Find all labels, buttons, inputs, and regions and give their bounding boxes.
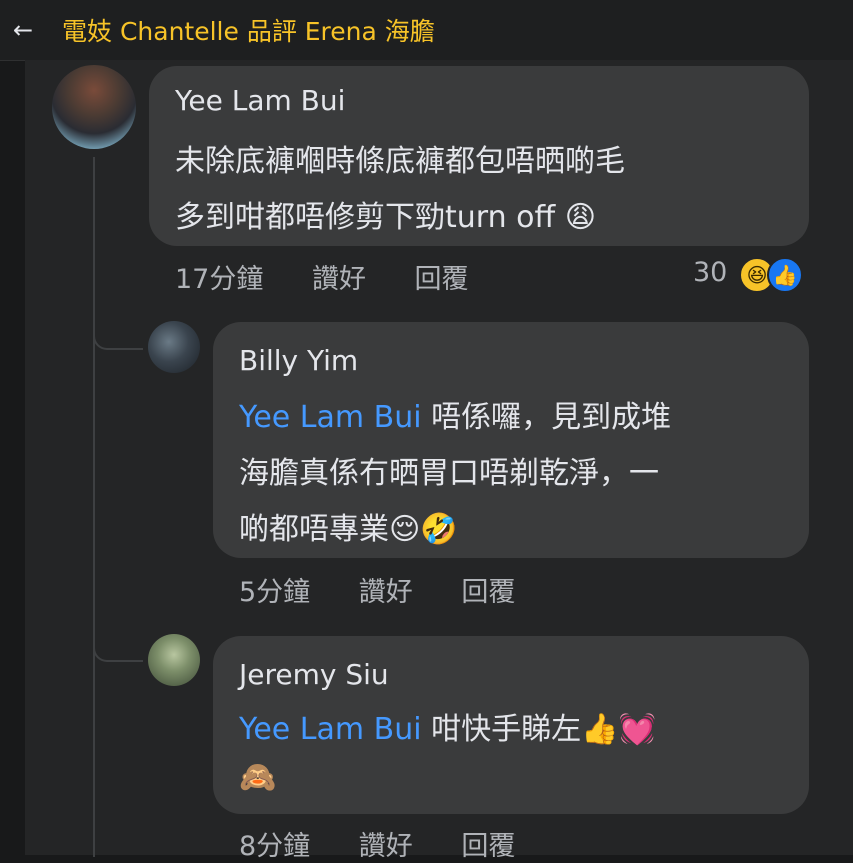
reply-text-line-1: Yee Lam Bui 唔係囉，見到成堆 [239, 392, 671, 436]
reply-text-line-2: 海膽真係冇晒胃口唔剃乾淨，一 [239, 456, 659, 491]
mention-link[interactable]: Yee Lam Bui [239, 400, 422, 435]
comment-text-line-2-text: 多到咁都唔￼修剪下勁turn off [175, 200, 556, 235]
reply-text-line-3-text: 啲都唔專業 [239, 512, 389, 547]
comment-time: 17分鐘 [175, 264, 264, 295]
comment-author[interactable]: Yee Lam Bui [175, 84, 345, 117]
see-no-evil-monkey-emoji-icon: 🙈 [239, 760, 277, 795]
reply-text-line-1-text: 唔係囉，見到成堆 [421, 400, 672, 435]
reply-time: 8分鐘 [239, 831, 311, 862]
reaction-icons[interactable]: 😆 👍 [739, 257, 803, 293]
reply-bubble: Billy Yim Yee Lam Bui 唔係囉，見到成堆 海膽真係冇晒胃口唔… [213, 322, 809, 558]
avatar-billy-yim[interactable] [148, 321, 200, 373]
reply-text-line-1-text: 咁快手睇左 [421, 712, 582, 747]
comment-text-line-1: 未除底褲嗰時條底褲都包唔晒啲毛 [175, 144, 625, 179]
mention-link[interactable]: Yee Lam Bui [239, 712, 422, 747]
comment-bubble: Yee Lam Bui 未除底褲嗰時條底褲都包唔晒啲毛 多到咁都唔￼修剪下勁tu… [149, 66, 809, 246]
page-title: 電妓 Chantelle 品評 Erena 海膽 [62, 17, 435, 46]
avatar-jeremy-siu[interactable] [148, 634, 200, 686]
like-button[interactable]: 讚好 [312, 257, 366, 296]
thread-line [93, 157, 95, 857]
reply-button[interactable]: 回覆 [461, 570, 515, 609]
reply-text-line-1: Yee Lam Bui 咁快手睇左👍💓 [239, 704, 656, 748]
reply-author[interactable]: Jeremy Siu [239, 658, 389, 691]
comment-text-line-2: 多到咁都唔￼修剪下勁turn off 😩 [175, 192, 596, 236]
reply-button[interactable]: 回覆 [461, 824, 515, 863]
comments-panel: Yee Lam Bui 未除底褲嗰時條底褲都包唔晒啲毛 多到咁都唔￼修剪下勁tu… [25, 60, 853, 862]
top-bar: ← 電妓 Chantelle 品評 Erena 海膽 [0, 0, 853, 61]
comment-meta: 17分鐘 讚好 回覆 [175, 257, 469, 296]
thread-branch [93, 326, 143, 350]
like-button[interactable]: 讚好 [359, 824, 413, 863]
reply-button[interactable]: 回覆 [415, 257, 469, 296]
like-button[interactable]: 讚好 [359, 570, 413, 609]
reply-meta: 8分鐘 讚好 回覆 [239, 824, 515, 863]
back-arrow-icon[interactable]: ← [0, 16, 46, 44]
reply-time: 5分鐘 [239, 577, 311, 608]
reply-text-line-2: 🙈 [239, 760, 276, 795]
thumbs-heart-emoji-icon: 👍💓 [581, 712, 656, 747]
reply-bubble: Jeremy Siu Yee Lam Bui 咁快手睇左👍💓 🙈 [213, 636, 809, 814]
weary-face-emoji-icon: 😩 [564, 200, 596, 235]
reaction-count[interactable]: 30 [693, 257, 727, 288]
like-icon: 👍 [767, 257, 803, 293]
relieved-laughing-emoji-icon: 😌🤣 [389, 512, 458, 547]
reply-author[interactable]: Billy Yim [239, 344, 358, 377]
avatar-yee-lam-bui[interactable] [52, 65, 136, 149]
thread-branch [93, 638, 143, 662]
reply-text-line-3: 啲都唔專業😌🤣 [239, 504, 458, 548]
reply-meta: 5分鐘 讚好 回覆 [239, 570, 515, 609]
